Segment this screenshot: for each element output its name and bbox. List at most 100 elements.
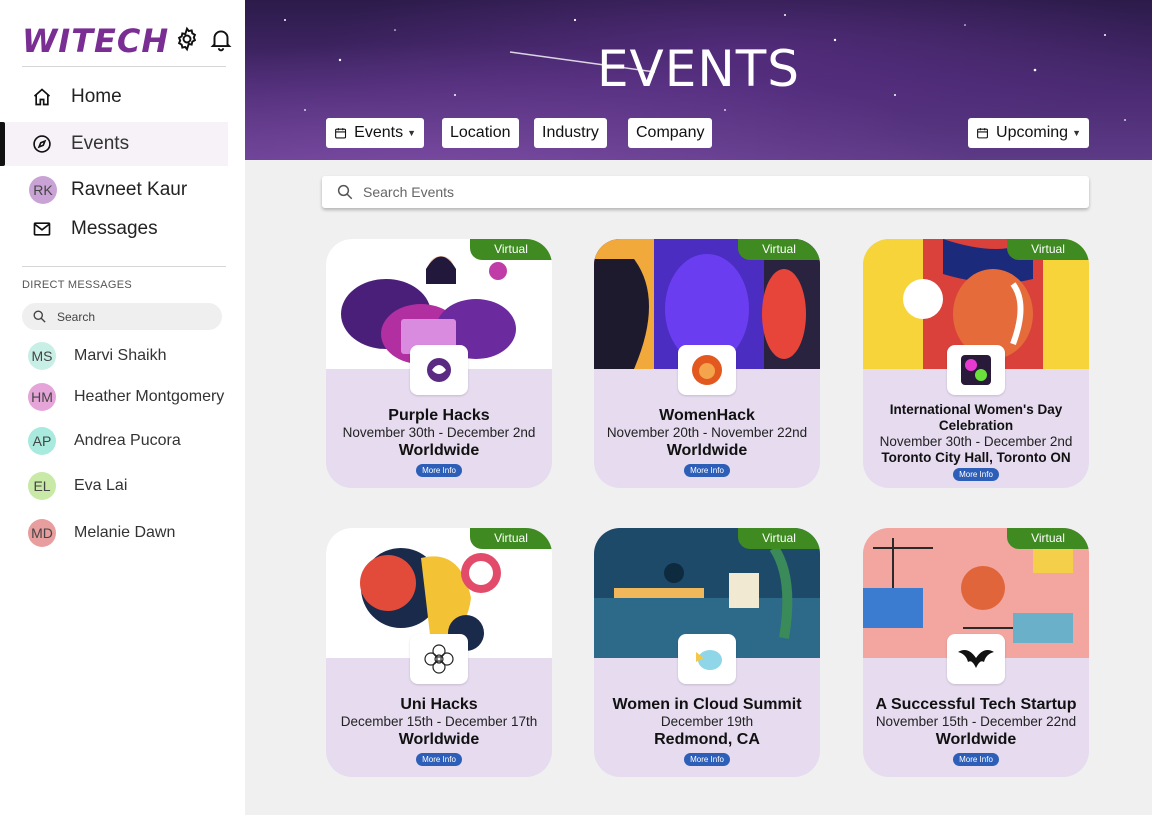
avatar: EL bbox=[28, 472, 56, 500]
dm-contact-eva[interactable]: EL Eva Lai bbox=[0, 472, 245, 502]
location-filter-label: Location bbox=[450, 124, 511, 141]
compass-icon bbox=[30, 132, 54, 156]
purple-hacks-logo-icon bbox=[427, 358, 451, 382]
event-location: Worldwide bbox=[666, 442, 748, 459]
chevron-down-icon: ▼ bbox=[407, 128, 416, 138]
active-indicator bbox=[0, 122, 5, 166]
avatar: MD bbox=[28, 519, 56, 547]
nav-item-events[interactable]: Events bbox=[0, 122, 228, 166]
sidebar: WITECH Home Events RK Ravneet Kaur Messa… bbox=[0, 0, 245, 815]
events-filter-label: Events bbox=[354, 124, 404, 141]
more-info-button[interactable]: More Info bbox=[416, 464, 462, 477]
event-card-womenhack[interactable]: Virtual WomenHack November 20th - Novemb… bbox=[594, 239, 820, 488]
bell-icon[interactable] bbox=[208, 26, 234, 52]
chevron-down-icon: ▼ bbox=[1072, 128, 1081, 138]
events-banner: EVENTS Events ▼ Location Industry Compan… bbox=[245, 0, 1152, 160]
womens-day-logo-icon bbox=[961, 355, 991, 385]
avatar: MS bbox=[28, 342, 56, 370]
events-filter-dropdown[interactable]: Events ▼ bbox=[326, 118, 424, 148]
search-events-input[interactable]: Search Events bbox=[322, 176, 1089, 208]
event-location: Worldwide bbox=[935, 731, 1017, 748]
event-title: Purple Hacks bbox=[388, 407, 490, 424]
dm-contact-andrea[interactable]: AP Andrea Pucora bbox=[0, 427, 245, 457]
dm-contact-name: Andrea Pucora bbox=[74, 432, 181, 449]
dm-contact-name: Heather Montgomery bbox=[74, 388, 225, 405]
event-location: Worldwide bbox=[398, 731, 480, 748]
virtual-badge: Virtual bbox=[1007, 528, 1089, 549]
event-date: November 30th - December 2nd bbox=[342, 425, 536, 440]
event-logo bbox=[410, 345, 468, 395]
dragon-logo-icon bbox=[958, 650, 994, 668]
industry-filter-button[interactable]: Industry bbox=[534, 118, 607, 148]
dm-search-input[interactable]: Search bbox=[22, 303, 222, 330]
search-icon bbox=[33, 310, 46, 323]
event-date: December 15th - December 17th bbox=[340, 714, 538, 729]
event-date: November 30th - December 2nd bbox=[879, 434, 1073, 449]
search-icon bbox=[337, 184, 353, 200]
more-info-button[interactable]: More Info bbox=[953, 753, 999, 766]
event-card-women-in-cloud[interactable]: Virtual Women in Cloud Summit December 1… bbox=[594, 528, 820, 777]
event-logo bbox=[947, 345, 1005, 395]
virtual-badge: Virtual bbox=[738, 239, 820, 260]
event-date: December 19th bbox=[660, 714, 754, 729]
event-date: November 15th - December 22nd bbox=[875, 714, 1077, 729]
direct-messages-heading: DIRECT MESSAGES bbox=[22, 279, 133, 291]
event-location: Redmond, CA bbox=[654, 731, 760, 748]
event-logo bbox=[678, 634, 736, 684]
dm-contact-name: Melanie Dawn bbox=[74, 524, 176, 541]
sort-upcoming-dropdown[interactable]: Upcoming ▼ bbox=[968, 118, 1089, 148]
witech-logo[interactable]: WITECH bbox=[22, 22, 169, 60]
nav-label: Ravneet Kaur bbox=[71, 179, 188, 200]
calendar-icon bbox=[335, 128, 347, 139]
event-logo bbox=[410, 634, 468, 684]
virtual-badge: Virtual bbox=[470, 528, 552, 549]
more-info-button[interactable]: More Info bbox=[684, 464, 730, 477]
dm-contact-heather[interactable]: HM Heather Montgomery bbox=[0, 383, 245, 413]
more-info-button[interactable]: More Info bbox=[953, 468, 999, 481]
virtual-badge: Virtual bbox=[470, 239, 552, 260]
lion-logo-icon bbox=[692, 355, 722, 385]
nav-item-messages[interactable]: Messages bbox=[0, 207, 228, 251]
event-title-line2: Celebration bbox=[938, 418, 1014, 433]
event-logo bbox=[947, 634, 1005, 684]
more-info-button[interactable]: More Info bbox=[684, 753, 730, 766]
sidebar-divider bbox=[22, 66, 226, 67]
nav-item-home[interactable]: Home bbox=[0, 75, 228, 119]
avatar: AP bbox=[28, 427, 56, 455]
mail-icon bbox=[30, 217, 54, 241]
nav-label: Messages bbox=[71, 218, 158, 239]
event-location: Toronto City Hall, Toronto ON bbox=[881, 450, 1071, 465]
gear-icon[interactable] bbox=[174, 26, 200, 52]
cloud-summit-logo-icon bbox=[696, 650, 722, 670]
industry-filter-label: Industry bbox=[542, 124, 599, 141]
logo-row: WITECH bbox=[22, 22, 234, 62]
event-card-purple-hacks[interactable]: Virtual Purple Hacks November 30th - Dec… bbox=[326, 239, 552, 488]
event-logo bbox=[678, 345, 736, 395]
more-info-button[interactable]: More Info bbox=[416, 753, 462, 766]
event-title-line1: International Women's Day bbox=[889, 402, 1063, 417]
location-filter-button[interactable]: Location bbox=[442, 118, 519, 148]
event-card-womens-day[interactable]: Virtual International Women's Day Celebr… bbox=[863, 239, 1089, 488]
event-title: Uni Hacks bbox=[400, 696, 478, 713]
dm-contact-name: Marvi Shaikh bbox=[74, 347, 167, 364]
company-filter-button[interactable]: Company bbox=[628, 118, 713, 148]
home-icon bbox=[30, 85, 54, 109]
sort-label: Upcoming bbox=[996, 124, 1069, 141]
sidebar-divider bbox=[22, 266, 226, 267]
page-title: EVENTS bbox=[596, 40, 801, 98]
nav-item-profile[interactable]: RK Ravneet Kaur bbox=[0, 168, 228, 212]
dm-contact-name: Eva Lai bbox=[74, 477, 128, 494]
flower-logo-icon bbox=[424, 644, 454, 674]
avatar: RK bbox=[29, 176, 57, 204]
dm-contact-marvi[interactable]: MS Marvi Shaikh bbox=[0, 342, 245, 372]
event-title: A Successful Tech Startup bbox=[875, 696, 1077, 713]
event-card-tech-startup[interactable]: Virtual A Successful Tech Startup Novemb… bbox=[863, 528, 1089, 777]
event-card-uni-hacks[interactable]: Virtual Uni Hacks December 15th - Decemb… bbox=[326, 528, 552, 777]
event-title: Women in Cloud Summit bbox=[612, 696, 802, 713]
nav-label: Home bbox=[71, 86, 122, 107]
dm-contact-melanie[interactable]: MD Melanie Dawn bbox=[0, 519, 245, 549]
nav-label: Events bbox=[71, 133, 130, 154]
event-location: Worldwide bbox=[398, 442, 480, 459]
avatar: HM bbox=[28, 383, 56, 411]
calendar-icon bbox=[977, 128, 988, 139]
